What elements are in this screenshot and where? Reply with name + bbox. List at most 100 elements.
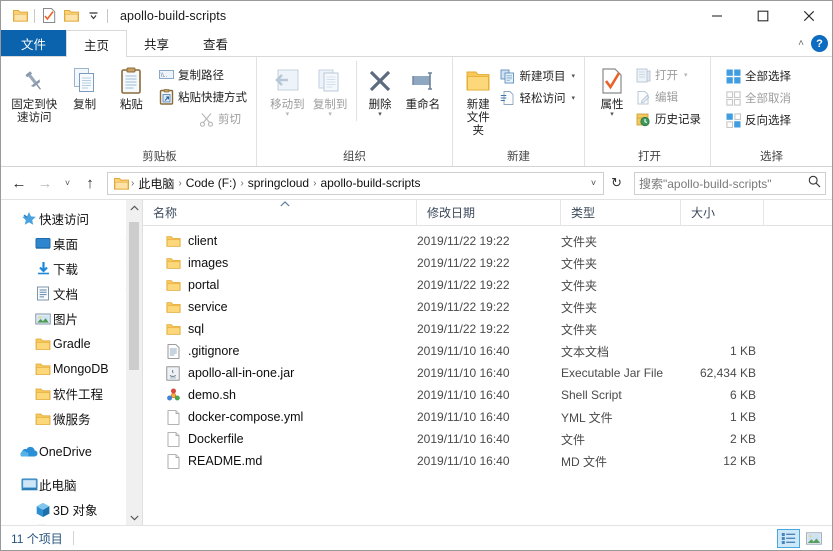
ribbon-button-select-all[interactable]: 全部选择 [722,65,794,87]
nav-scroll-up-icon[interactable] [126,200,142,216]
nav-item-gradle[interactable]: Gradle [1,331,142,356]
delete-caret-icon[interactable]: ▾ [378,111,382,118]
folder-icon [165,299,181,315]
table-row[interactable]: demo.sh 2019/11/10 16:40 Shell Script 6 … [143,384,832,406]
close-button[interactable] [786,1,832,30]
file-date: 2019/11/10 16:40 [417,388,510,402]
table-row[interactable]: portal 2019/11/22 19:22 文件夹 [143,274,832,296]
column-header-name[interactable]: 名称 [143,200,417,225]
ribbon-button-invert-selection[interactable]: 反向选择 [722,109,794,131]
ribbon-button-copy-path[interactable]: \\.. 复制路径 [155,64,250,86]
address-dropdown-icon[interactable]: ˅ [586,178,601,188]
qat-new-folder-icon[interactable] [60,5,82,27]
file-name-cell[interactable]: images [143,255,417,271]
nav-scrollbar-thumb[interactable] [129,222,139,370]
nav-item-microservices[interactable]: 微服务 [1,406,142,431]
properties-caret-icon[interactable]: ▾ [610,111,614,118]
nav-item-quick-access[interactable]: 快速访问 [1,206,142,231]
file-name-cell[interactable]: Dockerfile [143,431,417,447]
nav-item-partial[interactable] [1,522,142,525]
file-name-cell[interactable]: README.md [143,453,417,469]
column-header-type[interactable]: 类型 [561,200,681,225]
table-row[interactable]: docker-compose.yml 2019/11/10 16:40 YML … [143,406,832,428]
nav-item-pictures[interactable]: 图片 [1,306,142,331]
help-icon[interactable]: ? [811,35,828,52]
qat-chevron-down-icon[interactable] [82,5,104,27]
ribbon-button-copy[interactable]: 复制 [59,61,109,112]
breadcrumb-item-this-pc[interactable]: 此电脑 [135,175,177,192]
new-item-caret-icon[interactable]: ▾ [571,72,575,80]
copy-icon [72,64,98,98]
column-header-size[interactable]: 大小 [681,200,764,225]
nav-item-mongodb[interactable]: MongoDB [1,356,142,381]
table-row[interactable]: README.md 2019/11/10 16:40 MD 文件 12 KB [143,450,832,472]
nav-item-this-pc[interactable]: 此电脑 [1,472,142,497]
qat-properties-icon[interactable] [38,5,60,27]
table-row[interactable]: Dockerfile 2019/11/10 16:40 文件 2 KB [143,428,832,450]
rename-icon [408,64,438,98]
table-row[interactable]: .gitignore 2019/11/10 16:40 文本文档 1 KB [143,340,832,362]
file-name-cell[interactable]: client [143,233,417,249]
ribbon-button-new-item[interactable]: 新建项目 ▾ [496,65,578,87]
nav-item-software-engineering[interactable]: 软件工程 [1,381,142,406]
ribbon-button-delete[interactable]: 删除 ▾ [360,61,399,118]
ribbon-button-rename[interactable]: 重命名 [400,61,446,112]
ribbon-button-paste[interactable]: 粘贴 [110,61,153,112]
address-bar[interactable]: › 此电脑 › Code (F:) › springcloud › apollo… [107,171,605,195]
file-name-cell[interactable]: apollo-all-in-one.jar [143,365,417,381]
search-box[interactable]: 搜索"apollo-build-scripts" [634,171,826,195]
tab-view[interactable]: 查看 [186,30,245,56]
ribbon-label-invert-selection: 反向选择 [745,115,791,127]
up-button[interactable]: ↑ [78,171,102,195]
minimize-button[interactable] [694,1,740,30]
ribbon-button-properties[interactable]: 属性 ▾ [594,61,630,118]
table-row[interactable]: service 2019/11/22 19:22 文件夹 [143,296,832,318]
open-icon [635,67,651,83]
nav-item-desktop[interactable]: 桌面 [1,231,142,256]
folder-icon [33,412,53,426]
nav-item-onedrive[interactable]: OneDrive [1,439,142,464]
collapse-ribbon-icon[interactable]: ˄ [798,38,804,49]
nav-item-downloads[interactable]: 下载 [1,256,142,281]
breadcrumb-item-code-f[interactable]: Code (F:) [183,176,240,190]
file-name-cell[interactable]: portal [143,277,417,293]
details-view-button[interactable] [777,528,800,548]
breadcrumb-item-springcloud[interactable]: springcloud [245,176,312,190]
breadcrumb-item-apollo-build-scripts[interactable]: apollo-build-scripts [317,176,423,190]
forward-button[interactable]: → [33,171,57,195]
file-name-cell[interactable]: docker-compose.yml [143,409,417,425]
tab-file[interactable]: 文件 [1,30,67,56]
table-row[interactable]: images 2019/11/22 19:22 文件夹 [143,252,832,274]
scissors-icon [198,111,214,127]
large-icons-view-button[interactable] [802,529,825,548]
ribbon-button-easy-access[interactable]: 轻松访问 ▾ [496,87,578,109]
file-name-cell[interactable]: sql [143,321,417,337]
qat-folder-icon[interactable] [9,5,31,27]
table-row[interactable]: apollo-all-in-one.jar 2019/11/10 16:40 E… [143,362,832,384]
file-name-cell[interactable]: service [143,299,417,315]
ribbon-button-paste-shortcut[interactable]: 粘贴快捷方式 [155,86,250,108]
nav-pane-scrollbar[interactable] [126,200,142,525]
table-row[interactable]: client 2019/11/22 19:22 文件夹 [143,230,832,252]
refresh-button[interactable]: ↻ [606,175,627,191]
file-name-cell[interactable]: .gitignore [143,343,417,359]
maximize-button[interactable] [740,1,786,30]
nav-item-documents[interactable]: 文档 [1,281,142,306]
back-button[interactable]: ← [7,171,31,195]
table-row[interactable]: sql 2019/11/22 19:22 文件夹 [143,318,832,340]
nav-scroll-down-icon[interactable] [126,509,142,525]
ribbon-button-new-folder[interactable]: 新建 文件夹 [462,61,494,138]
status-bar: 11 个项目 [1,525,832,550]
easy-access-caret-icon[interactable]: ▾ [571,94,575,102]
ribbon-label-open: 打开 [655,70,678,82]
ribbon-button-pin-to-quick-access[interactable]: 固定到快 速访问 [9,61,59,125]
recent-locations-button[interactable]: ˅ [59,171,76,195]
tab-home[interactable]: 主页 [66,30,128,57]
file-name-cell[interactable]: demo.sh [143,387,417,403]
ribbon-label-easy-access: 轻松访问 [519,93,566,105]
column-header-date[interactable]: 修改日期 [417,200,561,225]
ribbon-button-history[interactable]: 历史记录 [632,108,704,130]
tab-share[interactable]: 共享 [127,30,186,56]
nav-item-3d-objects[interactable]: 3D 对象 [1,497,142,522]
search-input[interactable]: 搜索"apollo-build-scripts" [639,175,808,192]
